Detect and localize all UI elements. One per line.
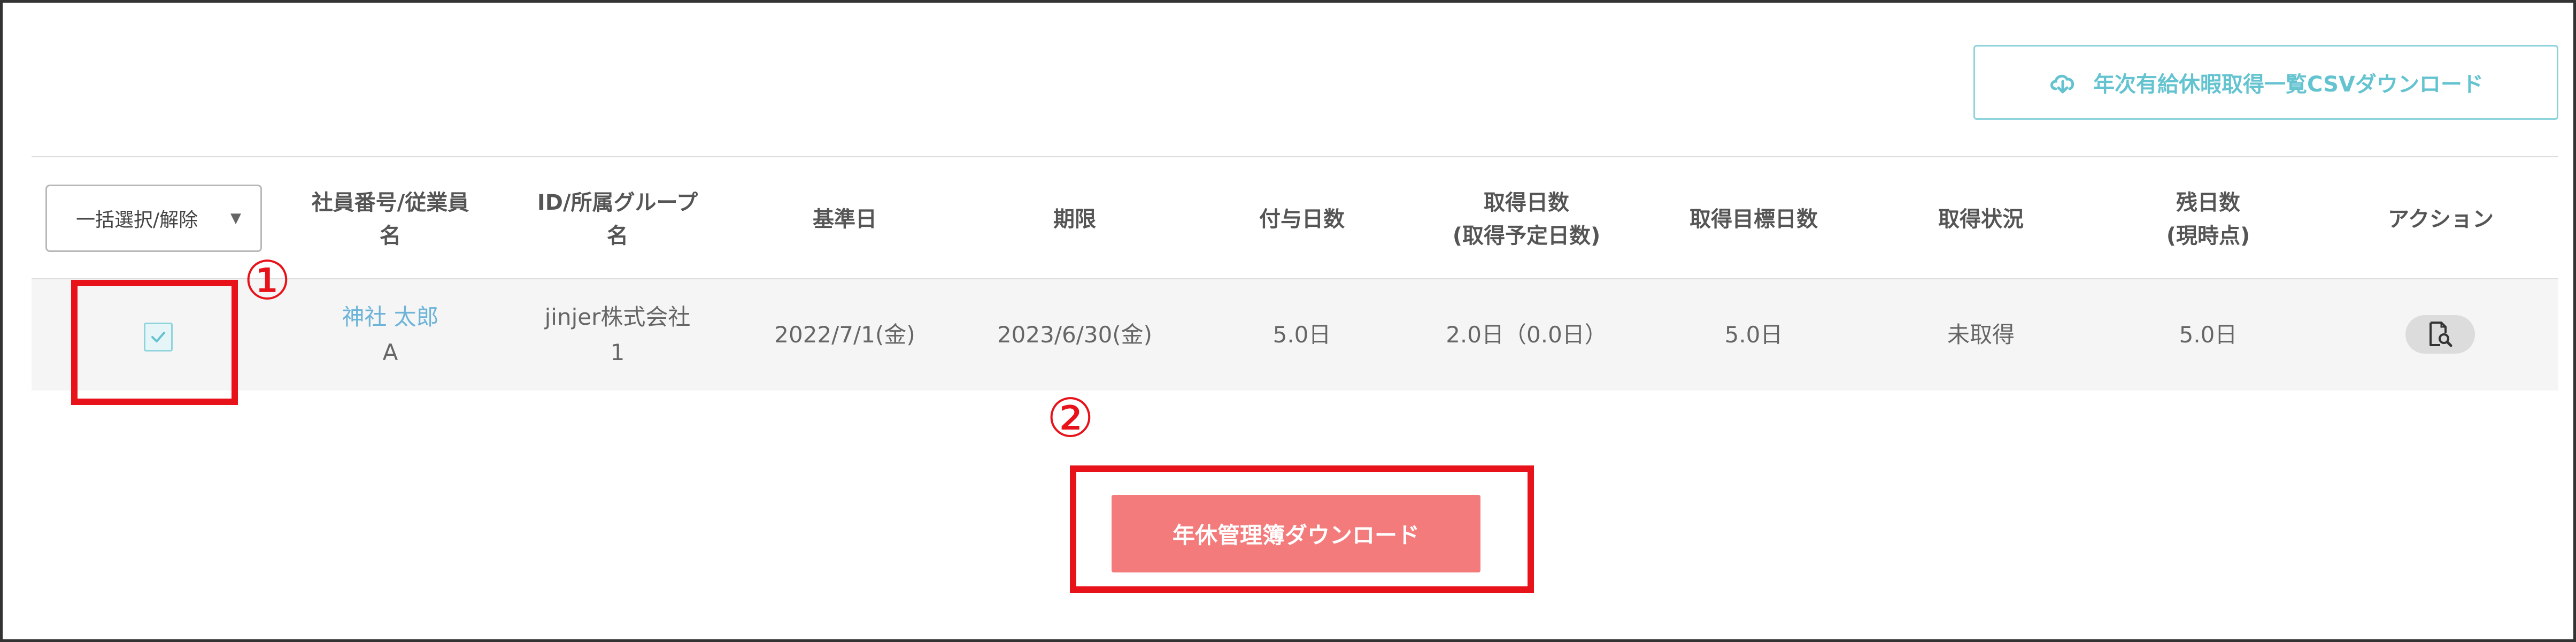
- cloud-download-icon: [2048, 71, 2078, 94]
- header-taken-line1: 取得日数: [1484, 190, 1569, 215]
- callout-number-1: ①: [243, 249, 291, 312]
- header-employee-line2: 名: [379, 224, 401, 248]
- bulk-select-label: 一括選択/解除: [76, 209, 198, 231]
- employee-name-link[interactable]: 神社 太郎: [342, 300, 438, 335]
- header-taken-days[interactable]: 取得日数 (取得予定日数): [1414, 177, 1639, 262]
- csv-download-button[interactable]: 年次有給休暇取得一覧CSVダウンロード: [1973, 45, 2558, 120]
- header-target-days[interactable]: 取得目標日数: [1639, 177, 1869, 262]
- header-action: アクション: [2323, 177, 2558, 262]
- document-search-icon: [2430, 322, 2452, 347]
- detail-action-button[interactable]: [2405, 315, 2475, 354]
- header-base-date-label: 基準日: [813, 207, 877, 232]
- screenshot-frame: 年次有給休暇取得一覧CSVダウンロード 一括選択/解除 ▼ 社員番号/従業員 名…: [0, 0, 2576, 642]
- header-employee[interactable]: 社員番号/従業員 名: [275, 177, 505, 262]
- header-taken-line2: (取得予定日数): [1452, 224, 1601, 248]
- highlight-box-download: [1070, 465, 1534, 593]
- header-status-label: 取得状況: [1938, 207, 2024, 232]
- header-group-line1: ID/所属グループ: [537, 190, 698, 215]
- header-group[interactable]: ID/所属グループ 名: [505, 177, 730, 262]
- header-target-days-label: 取得目標日数: [1690, 207, 1818, 232]
- header-divider-top: [32, 156, 2558, 157]
- cell-remaining-days: 5.0日: [2179, 322, 2238, 348]
- callout-number-2: ②: [1046, 387, 1094, 449]
- cell-status: 未取得: [1947, 322, 2015, 348]
- bulk-select-dropdown[interactable]: 一括選択/解除 ▼: [45, 185, 262, 252]
- cell-deadline: 2023/6/30(金): [997, 322, 1153, 348]
- header-remaining-line1: 残日数: [2176, 190, 2240, 215]
- header-base-date[interactable]: 基準日: [730, 177, 960, 262]
- highlight-box-checkbox: [71, 280, 238, 405]
- header-remaining-line2: (現時点): [2166, 224, 2250, 248]
- header-group-line2: 名: [606, 224, 628, 248]
- header-employee-line1: 社員番号/従業員: [311, 190, 469, 215]
- cell-base-date: 2022/7/1(金): [774, 322, 915, 348]
- cell-employee: 神社 太郎 A: [275, 279, 505, 391]
- header-status[interactable]: 取得状況: [1869, 177, 2093, 262]
- group-id: 1: [610, 339, 625, 365]
- header-deadline[interactable]: 期限: [960, 177, 1190, 262]
- header-granted-days[interactable]: 付与日数: [1190, 177, 1414, 262]
- csv-download-label: 年次有給休暇取得一覧CSVダウンロード: [2093, 72, 2484, 97]
- header-remaining-days[interactable]: 残日数 (現時点): [2093, 177, 2323, 262]
- cell-target-days: 5.0日: [1724, 322, 1783, 348]
- cell-taken-days: 2.0日（0.0日）: [1446, 322, 1607, 348]
- cell-group: jinjer株式会社 1: [505, 279, 730, 391]
- header-action-label: アクション: [2388, 207, 2494, 232]
- employee-id: A: [382, 339, 398, 365]
- header-deadline-label: 期限: [1053, 207, 1096, 232]
- cell-granted-days: 5.0日: [1272, 322, 1331, 348]
- group-name: jinjer株式会社: [544, 304, 691, 330]
- header-granted-days-label: 付与日数: [1259, 207, 1345, 232]
- caret-down-icon: ▼: [230, 210, 241, 226]
